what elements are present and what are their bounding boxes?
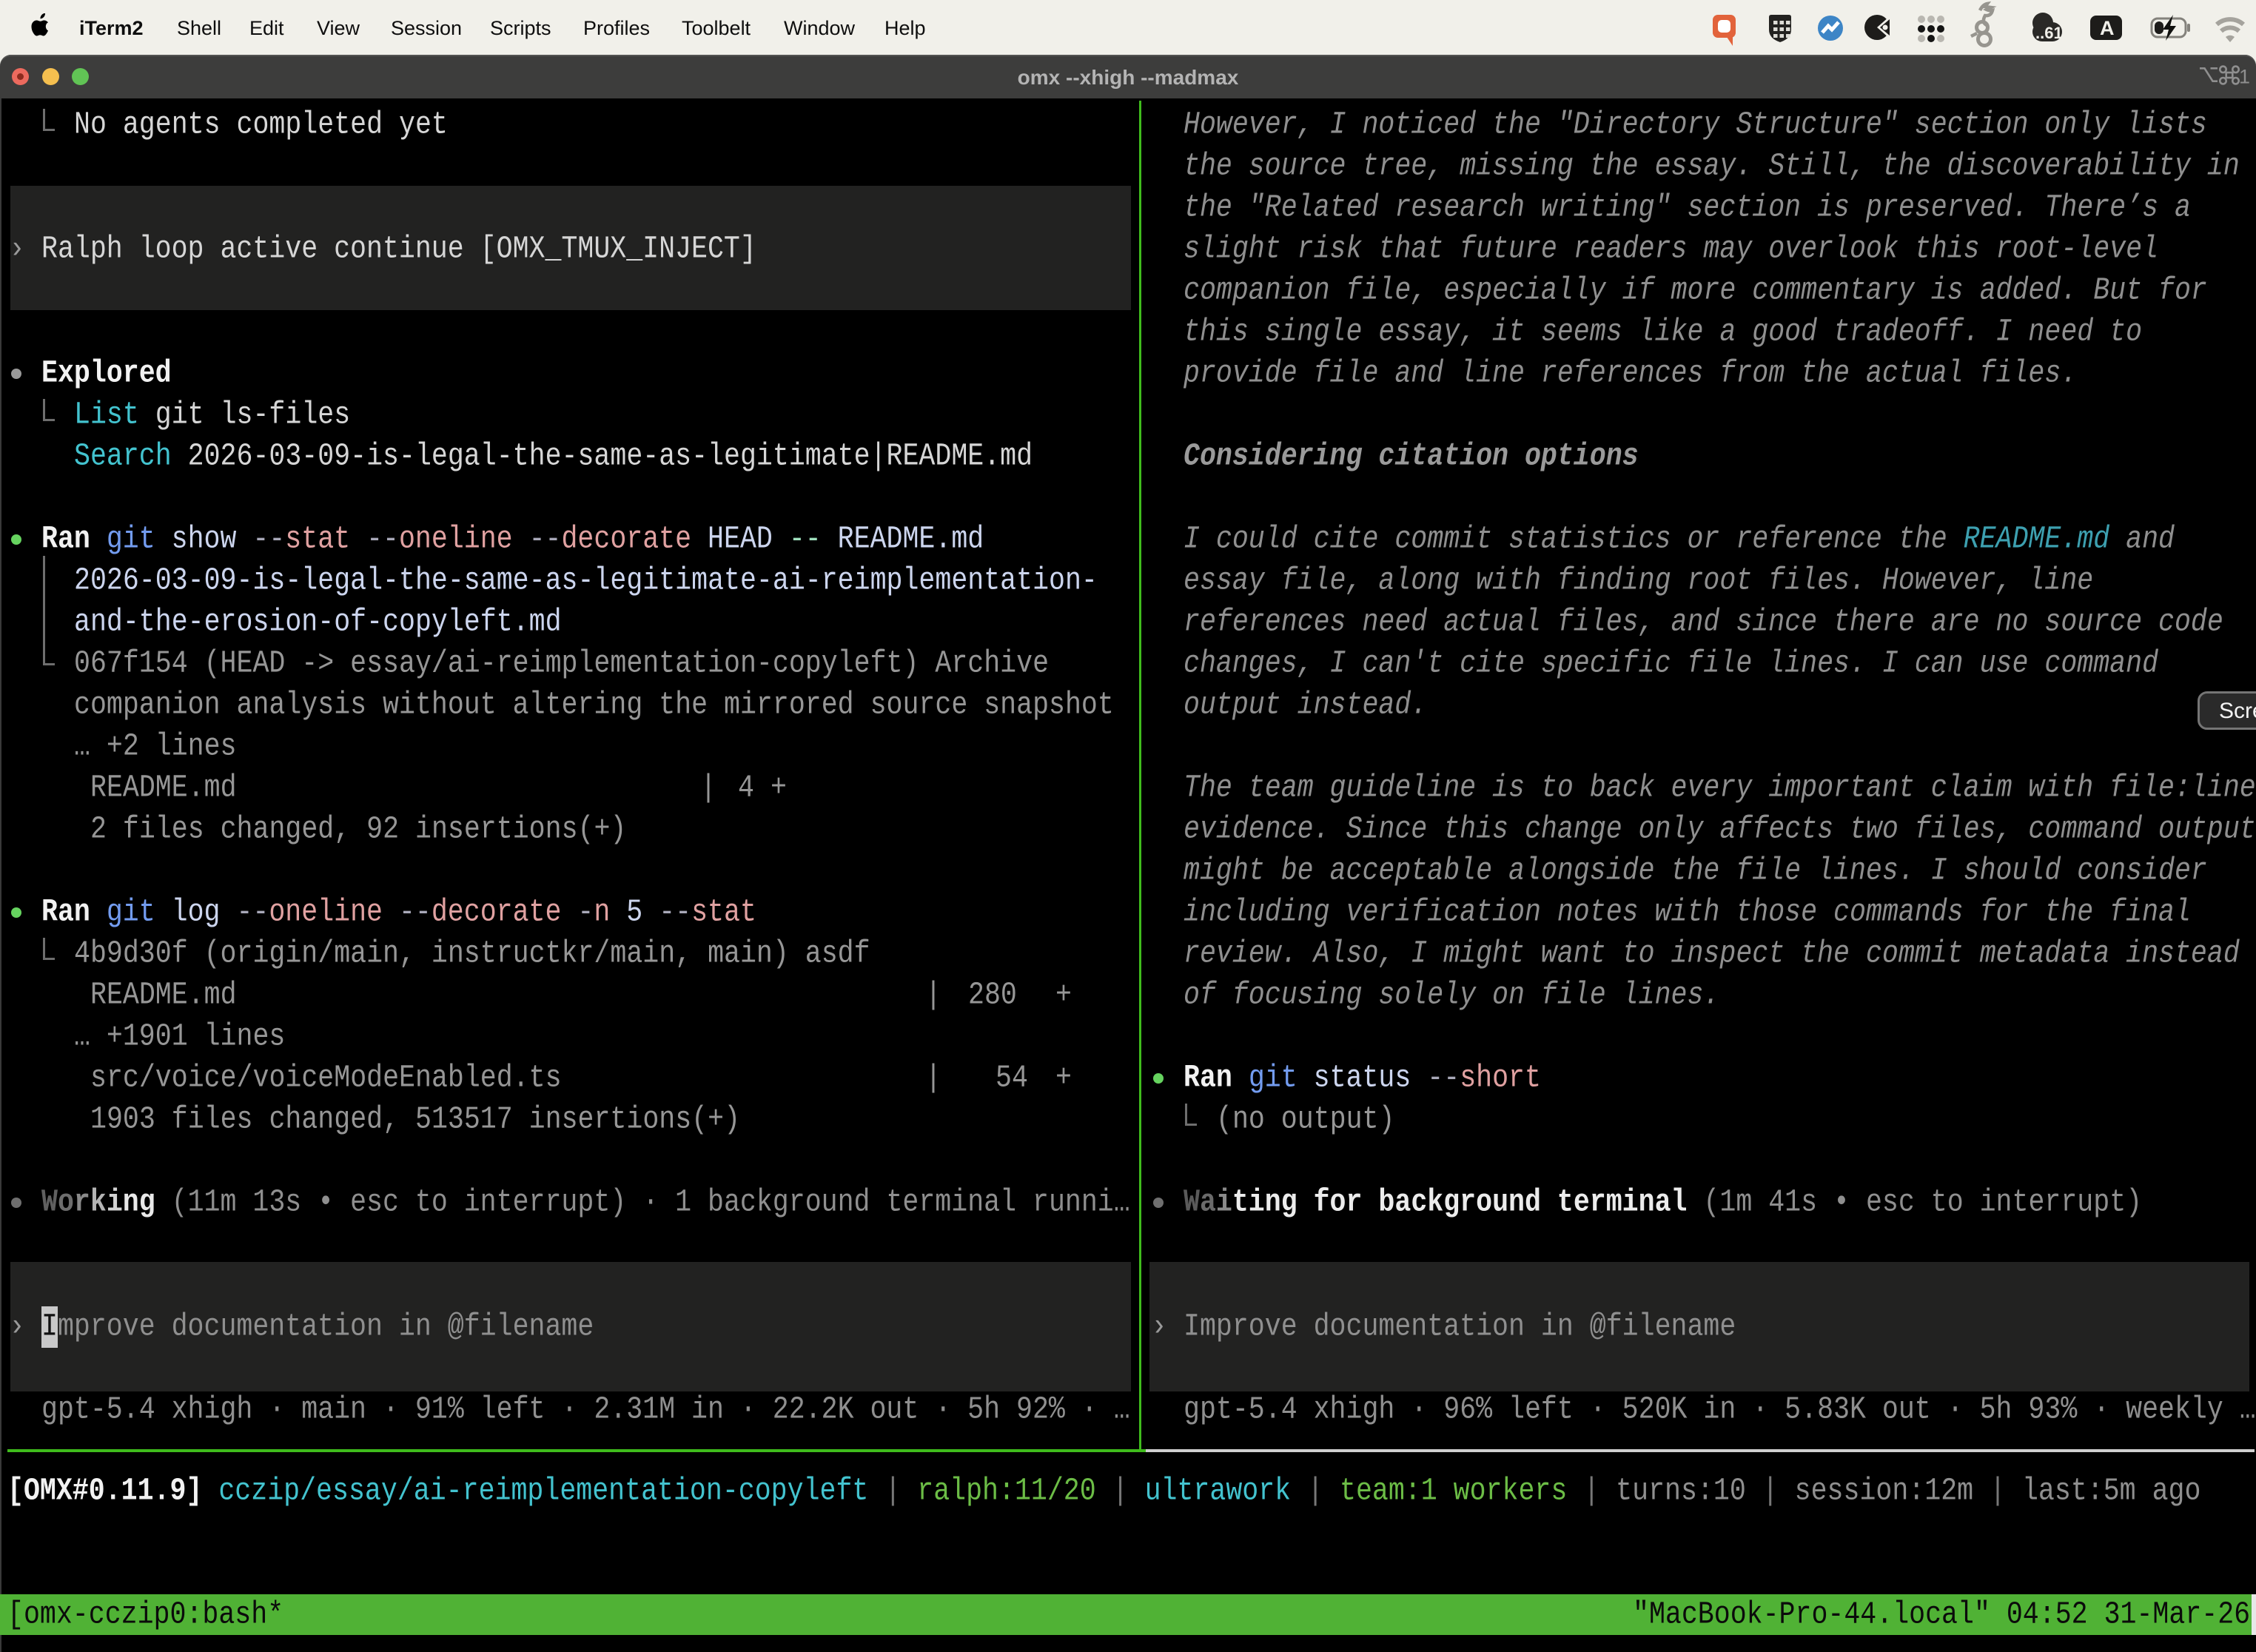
svg-text:1: 1 (2239, 66, 2249, 87)
svg-text:A: A (2100, 17, 2115, 39)
svg-text:..61: ..61 (2035, 24, 2063, 42)
